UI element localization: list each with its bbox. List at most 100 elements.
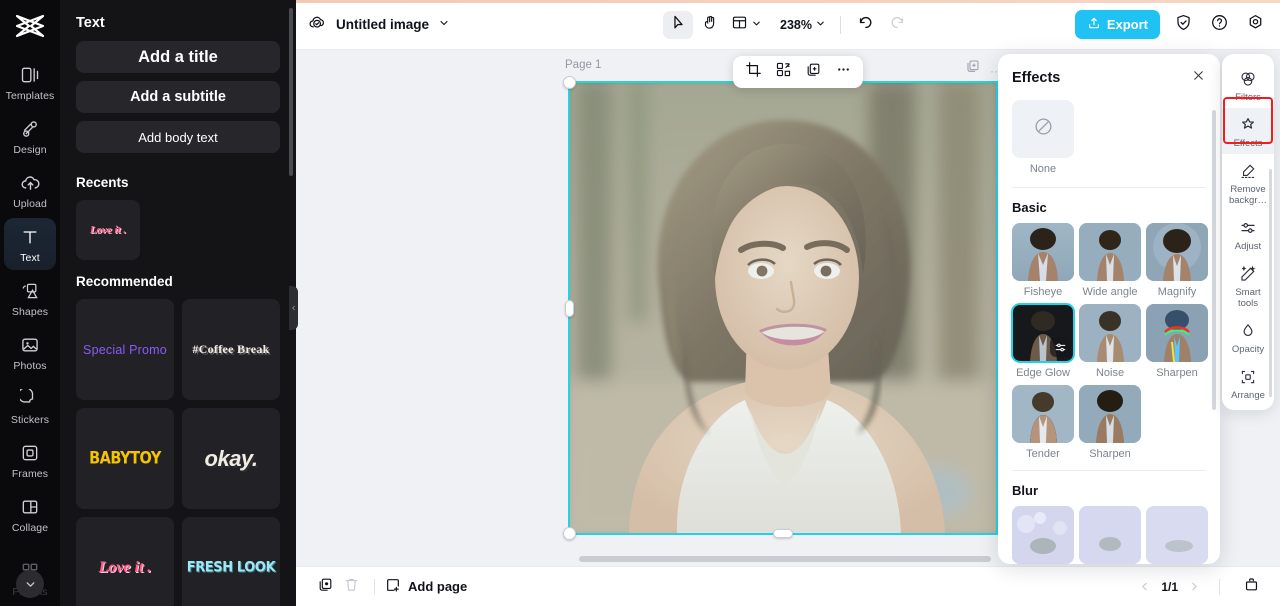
add-body-text-button[interactable]: Add body text (76, 121, 280, 153)
sidebar-label: Templates (5, 90, 55, 102)
text-icon (19, 226, 41, 248)
effects-panel-scrollbar[interactable] (1212, 110, 1216, 410)
settings-button[interactable] (1242, 12, 1268, 38)
cutout-icon (775, 61, 792, 83)
effect-sharpen-1[interactable]: Sharpen (1146, 304, 1208, 379)
sidebar-item-shapes[interactable]: Shapes (4, 272, 56, 324)
more-button[interactable] (829, 59, 857, 85)
tool-effects[interactable]: Effects (1222, 108, 1274, 154)
text-style-card[interactable]: FRESH LOOK (182, 517, 280, 606)
card-label: okay. (204, 445, 258, 471)
undo-button[interactable] (851, 11, 881, 39)
recent-text-card[interactable]: Love it . (76, 200, 140, 260)
next-page-button[interactable] (1188, 580, 1201, 593)
select-tool-button[interactable] (663, 10, 694, 39)
sidebar-item-design[interactable]: Design (4, 110, 56, 162)
effect-blur-heavy[interactable] (1146, 506, 1208, 564)
duplicate-button[interactable] (799, 59, 827, 85)
effect-thumbnail (1146, 223, 1208, 281)
effect-thumbnail (1079, 304, 1141, 362)
text-style-card[interactable]: okay. (182, 408, 280, 509)
duplicate-icon (967, 60, 979, 72)
text-panel: Text Add a title Add a subtitle Add body… (60, 0, 296, 606)
security-button[interactable] (1170, 12, 1196, 38)
effect-tender[interactable]: Tender (1012, 385, 1074, 460)
effect-sharpen-2[interactable]: Sharpen (1079, 385, 1141, 460)
redo-icon (889, 14, 906, 36)
tool-opacity[interactable]: Opacity (1222, 314, 1274, 360)
effect-noise[interactable]: Noise (1079, 304, 1141, 379)
canvas-horizontal-scrollbar[interactable] (579, 556, 991, 562)
none-effect-button[interactable] (1012, 100, 1074, 158)
sidebar-item-stickers[interactable]: Stickers (4, 380, 56, 432)
export-upload-icon (1087, 16, 1101, 33)
smart-tools-wand-icon (1238, 264, 1258, 284)
right-rail-scrollbar[interactable] (1269, 169, 1272, 397)
effect-magnify[interactable]: Magnify (1146, 223, 1208, 298)
layout-tool-button[interactable] (727, 14, 766, 36)
sidebar-item-upload[interactable]: Upload (4, 164, 56, 216)
panel-title: Text (76, 15, 105, 31)
templates-icon (19, 64, 41, 86)
text-style-card[interactable]: BABYTOY (76, 408, 174, 509)
stickers-icon (19, 388, 41, 410)
zoom-level-button[interactable]: 238% (776, 16, 830, 34)
none-effect-label: None (1029, 163, 1057, 175)
canvas-photo[interactable] (569, 82, 997, 534)
effects-panel-title: Effects (1012, 70, 1061, 86)
document-name-button[interactable]: Untitled image (308, 13, 450, 37)
capcut-logo-icon[interactable] (10, 12, 50, 40)
text-style-card[interactable]: Special Promo (76, 299, 174, 400)
hand-tool-button[interactable] (695, 11, 725, 39)
sidebar-item-collage[interactable]: Collage (4, 488, 56, 540)
cutout-button[interactable] (769, 59, 797, 85)
page-thumbnails-button[interactable] (1238, 574, 1264, 600)
sidebar-collapse-button[interactable] (16, 570, 44, 598)
tool-remove-background[interactable]: Remove backgr… (1222, 154, 1274, 211)
tool-adjust[interactable]: Adjust (1222, 211, 1274, 257)
tool-label: Remove backgr… (1228, 184, 1267, 206)
tool-filters[interactable]: Filters (1222, 62, 1274, 108)
help-button[interactable] (1206, 12, 1232, 38)
effect-label: Tender (1026, 448, 1060, 460)
duplicate-page-button[interactable] (312, 574, 338, 600)
redo-button[interactable] (883, 11, 913, 39)
effect-adjust-badge[interactable] (1050, 337, 1070, 357)
effect-fisheye[interactable]: Fisheye (1012, 223, 1074, 298)
panel-collapse-handle[interactable] (289, 286, 298, 330)
tool-arrange[interactable]: Arrange (1222, 360, 1274, 406)
gear-icon (1246, 13, 1265, 37)
panel-scrollbar[interactable] (289, 8, 293, 176)
card-label: FRESH LOOK (186, 559, 276, 576)
duplicate-icon (805, 61, 822, 83)
text-style-card[interactable]: #Coffee Break (182, 299, 280, 400)
question-circle-icon (1210, 13, 1229, 37)
close-icon (1194, 71, 1203, 80)
effects-panel-body[interactable]: None Basic Fisheye Wide angle Magnify Ed… (998, 94, 1220, 564)
export-button[interactable]: Export (1074, 10, 1160, 39)
tool-smart-tools[interactable]: Smart tools (1222, 257, 1274, 314)
add-subtitle-button[interactable]: Add a subtitle (76, 81, 280, 113)
sidebar-item-templates[interactable]: Templates (4, 56, 56, 108)
sidebar-label: Shapes (11, 306, 49, 318)
delete-page-button[interactable] (338, 574, 364, 600)
effect-blur-soft[interactable] (1079, 506, 1141, 564)
close-effects-panel-button[interactable] (1191, 68, 1206, 88)
secondary-duplicate-button[interactable] (965, 58, 981, 79)
add-page-button[interactable]: Add page (385, 577, 467, 596)
prev-page-button[interactable] (1138, 580, 1151, 593)
effect-thumbnail (1012, 385, 1074, 443)
sidebar-item-frames[interactable]: Frames (4, 434, 56, 486)
sidebar-label: Collage (11, 522, 49, 534)
effect-wide-angle[interactable]: Wide angle (1079, 223, 1141, 298)
chevron-down-icon (438, 16, 450, 34)
effect-edge-glow[interactable]: Edge Glow (1011, 303, 1075, 379)
add-title-button[interactable]: Add a title (76, 41, 280, 73)
sidebar-item-photos[interactable]: Photos (4, 326, 56, 378)
sidebar-item-text[interactable]: Text (4, 218, 56, 270)
artboard[interactable] (569, 82, 997, 534)
crop-button[interactable] (739, 59, 767, 85)
text-style-card[interactable]: Love it . (76, 517, 174, 606)
recommended-grid: Special Promo #Coffee Break BABYTOY okay… (76, 299, 280, 606)
effect-blur-bokeh[interactable] (1012, 506, 1074, 564)
